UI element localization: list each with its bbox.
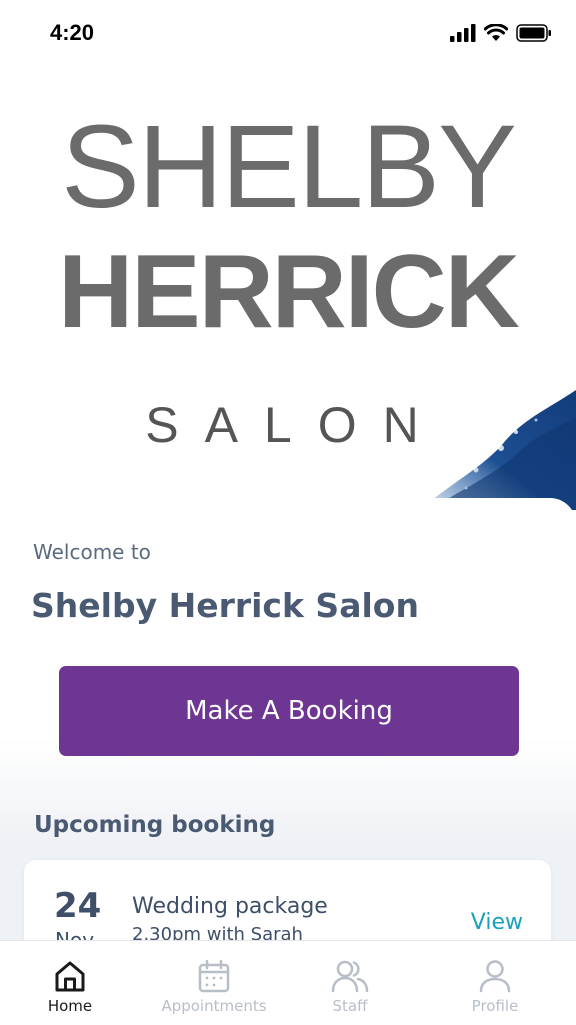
tab-profile-label: Profile <box>471 997 519 1015</box>
status-bar: 4:20 <box>0 0 576 70</box>
tab-staff[interactable]: Staff <box>280 941 420 1025</box>
welcome-text: Welcome to <box>33 540 151 564</box>
tab-home-label: Home <box>47 997 93 1015</box>
tab-appointments-label: Appointments <box>161 997 267 1015</box>
status-icons <box>450 23 552 46</box>
salon-name-title: Shelby Herrick Salon <box>31 586 419 625</box>
home-icon <box>53 959 87 997</box>
person-icon <box>479 959 511 997</box>
logo-line-herrick: HERRICK <box>58 234 520 350</box>
cellular-signal-icon <box>450 24 476 46</box>
logo-line-shelby: SHELBY <box>61 101 517 233</box>
status-time: 4:20 <box>50 20 95 45</box>
make-booking-button-label: Make A Booking <box>185 696 393 726</box>
battery-icon <box>516 24 552 46</box>
calendar-icon <box>197 959 231 997</box>
tab-profile[interactable]: Profile <box>425 941 565 1025</box>
salon-logo-hero: SHELBY HERRICK SALON <box>0 70 576 510</box>
make-booking-button[interactable]: Make A Booking <box>59 666 519 756</box>
people-icon <box>331 959 369 997</box>
home-content-card: Welcome to Shelby Herrick Salon Make A B… <box>0 498 576 960</box>
tab-home[interactable]: Home <box>0 941 140 1025</box>
booking-title: Wedding package <box>132 894 328 919</box>
watercolor-wave-decoration <box>416 390 576 510</box>
booking-day: 24 <box>54 886 102 926</box>
wifi-icon <box>483 23 509 46</box>
bottom-tab-bar: Home Appointments Staff Profile <box>0 940 576 1025</box>
view-booking-link[interactable]: View <box>471 910 523 935</box>
tab-staff-label: Staff <box>332 997 368 1015</box>
tab-appointments[interactable]: Appointments <box>144 941 284 1025</box>
upcoming-booking-heading: Upcoming booking <box>34 812 276 838</box>
